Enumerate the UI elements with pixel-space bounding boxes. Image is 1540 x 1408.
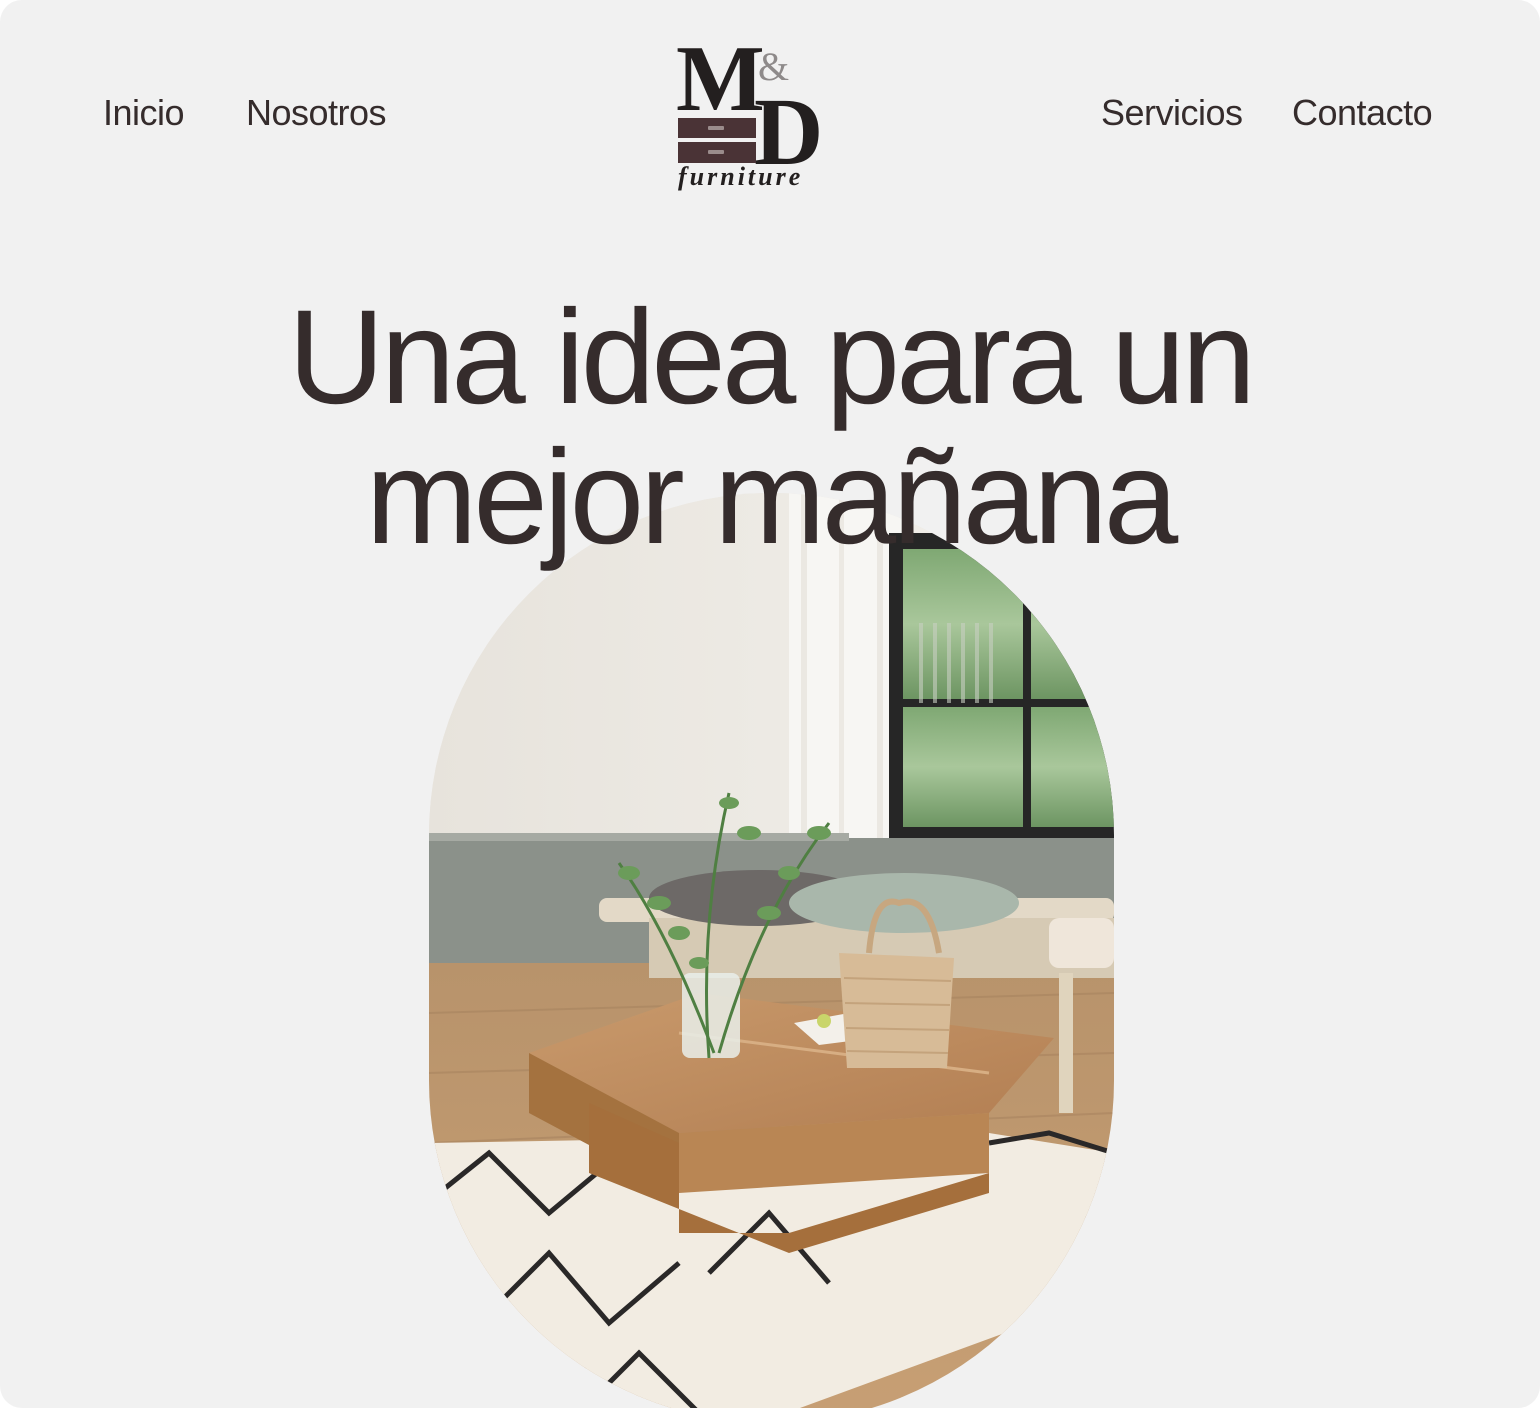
nav-link-servicios[interactable]: Servicios [1101,92,1243,134]
logo-subtitle: furniture [678,162,804,191]
hero-title: Una idea para un mejor mañana [0,288,1540,568]
brand-logo[interactable]: M & D furniture [672,36,842,196]
living-room-photo [429,493,1114,1408]
hero-title-line-1: Una idea para un [287,283,1256,432]
logo-letter-m: M [676,36,765,131]
logo-monogram: M & D [676,36,823,166]
nav-link-inicio[interactable]: Inicio [103,92,185,134]
nav-link-contacto[interactable]: Contacto [1292,92,1433,134]
hero-image [429,493,1114,1408]
logo-letter-d: D [754,78,823,166]
hero-title-line-2: mejor mañana [365,423,1179,572]
dresser-icon [678,118,756,163]
landing-page: Inicio Nosotros Servicios Contacto M & D… [0,0,1540,1408]
nav-link-nosotros[interactable]: Nosotros [246,92,387,134]
